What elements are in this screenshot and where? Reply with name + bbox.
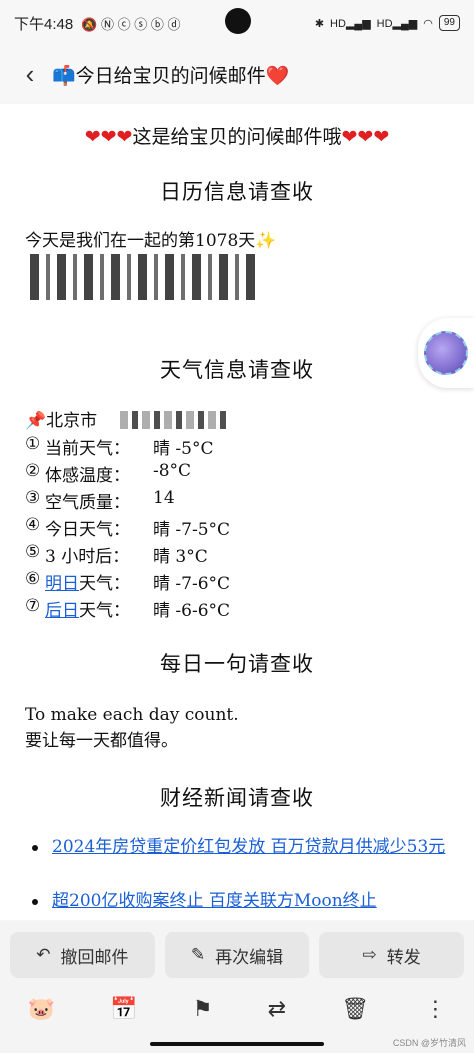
status-bar: 下午4:48 🔕 Ⓝ ⓒ ⓢ ⓑ ⓓ ✱ HD▂▄▆ HD▂▄▆ ◠ 99 xyxy=(0,0,474,46)
recall-mail-button[interactable]: ↶ 撤回邮件 xyxy=(10,932,155,978)
heart-icon: ❤❤❤ xyxy=(84,126,133,148)
weather-city: 📌北京市 xyxy=(25,411,98,431)
signal-icon-2: HD▂▄▆ xyxy=(376,17,418,30)
flag-icon[interactable]: ⚑ xyxy=(193,996,213,1022)
heart-icon: ❤❤❤ xyxy=(341,126,390,148)
watermark: CSDN @岁竹清风 xyxy=(392,1038,466,1048)
assistant-avatar-icon xyxy=(424,331,468,375)
signal-icon-1: HD▂▄▆ xyxy=(330,17,371,30)
wifi-icon: ◠ xyxy=(423,17,433,30)
floating-assistant-button[interactable] xyxy=(418,318,474,388)
weather-row: ② 体感温度： -8°C xyxy=(25,461,192,486)
forward-button[interactable]: ⇨ 转发 xyxy=(319,932,465,978)
notification-icons: 🔕 Ⓝ ⓒ ⓢ ⓑ ⓓ xyxy=(81,16,181,32)
tomorrow-link[interactable]: 明日 xyxy=(45,574,79,594)
weather-row: ③ 空气质量： 14 xyxy=(25,488,175,513)
news-item: 2024年房贷重定价红包发放 百万贷款月供减少53元 xyxy=(52,834,452,860)
redacted-text xyxy=(30,254,260,300)
re-edit-button[interactable]: ✎ 再次编辑 xyxy=(164,932,310,978)
mail-subject: 📫今日给宝贝的问候邮件❤️ xyxy=(52,65,290,87)
forward-arrow-icon: ⇨ xyxy=(362,945,377,964)
back-button[interactable]: ‹ xyxy=(8,52,52,96)
weather-row: ④ 今日天气：晴 -7-5°C xyxy=(25,515,231,540)
news-bullet xyxy=(32,899,38,905)
mail-banner: ❤❤❤这是给宝贝的问候邮件哦❤❤❤ xyxy=(0,122,474,149)
undo-icon: ↶ xyxy=(36,945,51,964)
bottom-toolbar: 🐷 📅 ⚑ ⇄ 🗑 ⋮ xyxy=(0,988,474,1030)
pig-icon[interactable]: 🐷 xyxy=(28,996,55,1022)
weather-row: ⑥ 明日天气：晴 -7-6°C xyxy=(25,569,231,594)
mail-header: ‹ 📫今日给宝贝的问候邮件❤️ xyxy=(0,46,474,102)
chevron-left-icon: ‹ xyxy=(25,58,35,89)
more-icon[interactable]: ⋮ xyxy=(424,996,446,1022)
calendar-section-title: 日历信息请查收 xyxy=(160,180,314,204)
action-bar: ↶ 撤回邮件 ✎ 再次编辑 ⇨ 转发 xyxy=(0,922,474,988)
quote-english: To make each day count. xyxy=(25,705,239,725)
news-section-title: 财经新闻请查收 xyxy=(160,786,314,810)
day-after-link[interactable]: 后日 xyxy=(45,601,79,621)
weather-section-title: 天气信息请查收 xyxy=(160,358,314,382)
redacted-location xyxy=(120,411,230,429)
weather-row: ⑤3 小时后：晴 3°C xyxy=(25,542,208,567)
edit-icon: ✎ xyxy=(190,945,206,964)
home-indicator[interactable] xyxy=(150,1042,324,1046)
quote-section-title: 每日一句请查收 xyxy=(160,652,314,676)
weather-row: ① 当前天气：晴 -5°C xyxy=(25,434,214,459)
news-link[interactable]: 超200亿收购案终止 百度关联方Moon终止 xyxy=(52,891,377,911)
news-bullet xyxy=(32,845,38,851)
news-item: 超200亿收购案终止 百度关联方Moon终止 xyxy=(52,888,452,914)
calendar-add-icon[interactable]: 📅 xyxy=(110,996,137,1022)
news-link[interactable]: 2024年房贷重定价红包发放 百万贷款月供减少53元 xyxy=(52,837,445,857)
quote-chinese: 要让每一天都值得。 xyxy=(25,731,178,751)
days-together-line: 今天是我们在一起的第1078天✨ xyxy=(25,231,277,251)
battery-indicator: 99 xyxy=(438,15,460,31)
bluetooth-icon: ✱ xyxy=(314,17,325,30)
camera-cutout xyxy=(225,8,251,34)
mail-body[interactable]: ❤❤❤这是给宝贝的问候邮件哦❤❤❤ 日历信息请查收 今天是我们在一起的第1078… xyxy=(0,104,474,920)
trash-icon[interactable]: 🗑 xyxy=(341,996,369,1022)
status-time: 下午4:48 xyxy=(14,15,74,33)
weather-row: ⑦ 后日天气：晴 -6-6°C xyxy=(25,596,231,621)
move-folder-icon[interactable]: ⇄ xyxy=(268,996,286,1022)
banner-text: 这是给宝贝的问候邮件哦 xyxy=(132,126,342,148)
